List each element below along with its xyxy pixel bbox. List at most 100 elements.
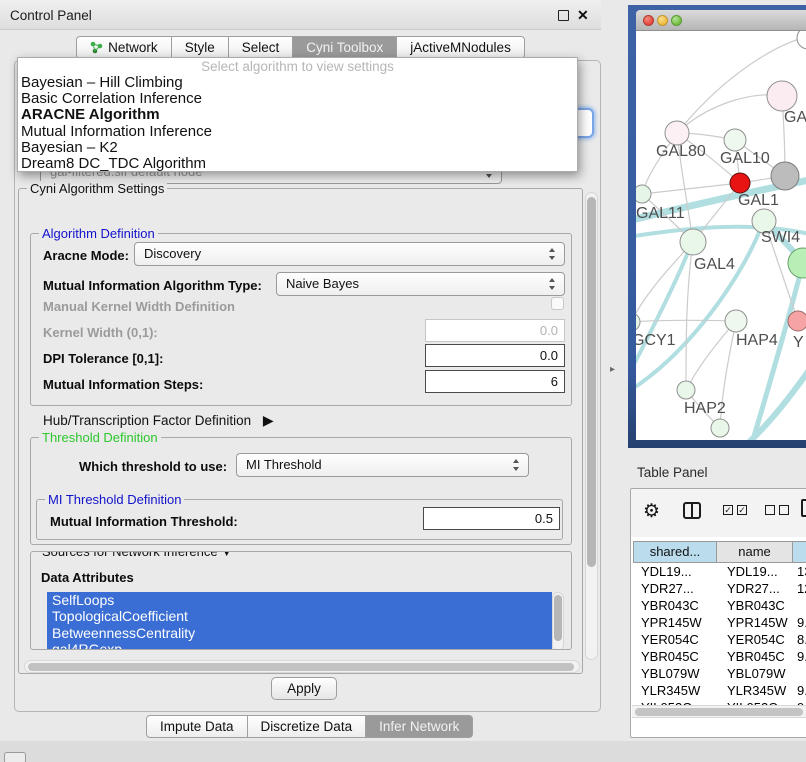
node-gal1-selected[interactable] — [730, 173, 750, 193]
settings-hscrollbar[interactable] — [24, 660, 580, 673]
node-hap2[interactable] — [677, 381, 695, 399]
group-title: Algorithm Definition — [39, 226, 158, 241]
node-gal10[interactable] — [724, 129, 746, 151]
minimized-panel-button[interactable] — [4, 752, 26, 762]
deselect-all-checkbox-icon[interactable] — [765, 505, 775, 515]
dpi-tolerance-field[interactable]: 0.0 — [425, 344, 565, 367]
table-row[interactable]: YLR345W YLR345W 9. — [633, 682, 806, 699]
hub-definition-label: Hub/Transcription Factor Definition — [43, 413, 251, 428]
apply-label: Apply — [287, 681, 321, 696]
list-item[interactable]: SelfLoops — [47, 592, 552, 608]
list-item[interactable]: gal4RGexp — [47, 641, 552, 650]
algorithm-option[interactable]: Bayesian – Hill Climbing — [18, 75, 577, 91]
manual-kernel-width-checkbox[interactable] — [551, 297, 564, 310]
algorithm-option[interactable]: Mutual Information Inference — [18, 124, 577, 140]
table-hscrollbar[interactable] — [632, 705, 806, 718]
algorithm-option-selected[interactable]: ARACNE Algorithm — [18, 107, 577, 123]
node-gal2[interactable] — [767, 81, 797, 111]
gear-icon[interactable]: ⚙ — [643, 500, 660, 523]
node-label: GCY1 — [636, 332, 676, 350]
deselect-all-checkbox-icon[interactable] — [779, 505, 789, 515]
hub-definition-toggle[interactable]: Hub/Transcription Factor Definition ▶ — [43, 412, 274, 429]
tab-select[interactable]: Select — [229, 36, 294, 59]
mi-threshold-field[interactable]: 0.5 — [423, 507, 560, 530]
column-header-sharedname[interactable]: shared... — [633, 541, 717, 563]
node-label: HAP2 — [684, 400, 726, 418]
algorithm-option[interactable]: Bayesian – K2 — [18, 140, 577, 156]
node-gal80[interactable] — [665, 121, 689, 145]
algorithm-option[interactable]: Dream8 DC_TDC Algorithm — [18, 156, 577, 172]
tab-network[interactable]: Network — [76, 36, 172, 59]
cyni-bottom-tabbar: Impute Data Discretize Data Infer Networ… — [146, 715, 473, 738]
apply-button[interactable]: Apply — [271, 677, 337, 700]
minimize-window-button[interactable] — [657, 15, 668, 26]
node-label: GAL4 — [694, 256, 735, 274]
select-all-checkbox-icon[interactable]: ✓ — [723, 505, 733, 515]
node-gal4[interactable] — [680, 229, 706, 255]
cell: 13 — [797, 563, 806, 580]
aracne-mode-combo[interactable]: Discovery — [134, 242, 565, 266]
table-row[interactable]: YBL079W YBL079W — [633, 665, 806, 682]
group-title: Threshold Definition — [39, 430, 161, 445]
combo-arrows-icon — [548, 278, 557, 290]
table-row[interactable]: YDR27... YDR27... 12 — [633, 580, 806, 597]
list-item[interactable]: TopologicalCoefficient — [47, 608, 552, 624]
close-window-button[interactable] — [643, 15, 654, 26]
node-gray[interactable] — [771, 162, 799, 190]
tab-jactivemnodules[interactable]: jActiveMNodules — [397, 36, 525, 59]
dropdown-hint: Select algorithm to view settings — [18, 58, 577, 75]
column-browser-icon[interactable] — [683, 502, 701, 519]
group-title: Cyni Algorithm Settings — [27, 181, 167, 196]
mi-algorithm-type-combo[interactable]: Naive Bayes — [276, 272, 565, 296]
table-row[interactable]: YPR145W YPR145W 9. — [633, 614, 806, 631]
node-salmon[interactable] — [788, 311, 806, 331]
kernel-width-value: 0.0 — [540, 323, 558, 338]
float-window-icon[interactable] — [558, 10, 569, 21]
list-item[interactable]: BetweennessCentrality — [47, 625, 552, 641]
cell: YBL079W — [727, 665, 786, 682]
table-row[interactable]: YBR043C YBR043C — [633, 597, 806, 614]
table-row[interactable]: YER054C YER054C 8. — [633, 631, 806, 648]
which-threshold-combo[interactable]: MI Threshold — [236, 453, 529, 477]
column-header-partial[interactable] — [793, 541, 806, 563]
node-cut-top[interactable] — [797, 31, 806, 49]
mi-algorithm-type-value: Naive Bayes — [286, 276, 359, 291]
column-header-name[interactable]: name — [717, 541, 793, 563]
algorithm-option[interactable]: Basic Correlation Inference — [18, 91, 577, 107]
node-gcy1[interactable] — [636, 313, 640, 331]
tab-label: Discretize Data — [261, 719, 353, 734]
node-label: HAP4 — [736, 332, 778, 350]
data-attributes-list[interactable]: SelfLoops TopologicalCoefficient Between… — [47, 592, 552, 650]
attributes-scrollbar[interactable] — [552, 592, 564, 650]
export-table-icon[interactable] — [801, 499, 806, 517]
tab-discretize-data[interactable]: Discretize Data — [248, 715, 367, 738]
collapse-arrow-icon[interactable]: ▼ — [221, 551, 232, 559]
table-row[interactable]: YBR045C YBR045C 9. — [633, 648, 806, 665]
tab-cyni-toolbox[interactable]: Cyni Toolbox — [293, 36, 397, 59]
cell: YDR27... — [641, 580, 694, 597]
node-label: Y — [793, 334, 804, 352]
close-icon[interactable]: ✕ — [577, 7, 589, 24]
node-hap4[interactable] — [725, 310, 747, 332]
tab-label: Style — [185, 40, 215, 55]
kernel-width-field[interactable]: 0.0 — [425, 319, 565, 342]
node-gal11[interactable] — [636, 185, 651, 203]
sources-group: Sources for Network Inference ▼ Data Att… — [30, 551, 572, 650]
zoom-window-button[interactable] — [671, 15, 682, 26]
select-all-checkbox-icon[interactable]: ✓ — [737, 505, 747, 515]
cell: YPR145W — [727, 614, 788, 631]
tab-label: Cyni Toolbox — [306, 40, 383, 55]
data-attributes-label: Data Attributes — [41, 570, 134, 585]
cell: YLR345W — [641, 682, 700, 699]
mi-steps-value: 6 — [551, 374, 558, 389]
tab-impute-data[interactable]: Impute Data — [146, 715, 248, 738]
mi-steps-field[interactable]: 6 — [425, 370, 565, 393]
node-bottom[interactable] — [711, 419, 729, 437]
table-row[interactable]: YDL19... YDL19... 13 — [633, 563, 806, 580]
panel-divider-handle[interactable]: ▸ — [610, 364, 615, 375]
tab-style[interactable]: Style — [172, 36, 229, 59]
expand-arrow-icon: ▶ — [263, 412, 274, 428]
tab-infer-network[interactable]: Infer Network — [366, 715, 473, 738]
network-canvas[interactable]: GAL GAL80 GAL10 GAL1 GAL11 GAL4 SWI4 GCY… — [636, 31, 806, 440]
settings-vscrollbar[interactable] — [585, 192, 598, 660]
